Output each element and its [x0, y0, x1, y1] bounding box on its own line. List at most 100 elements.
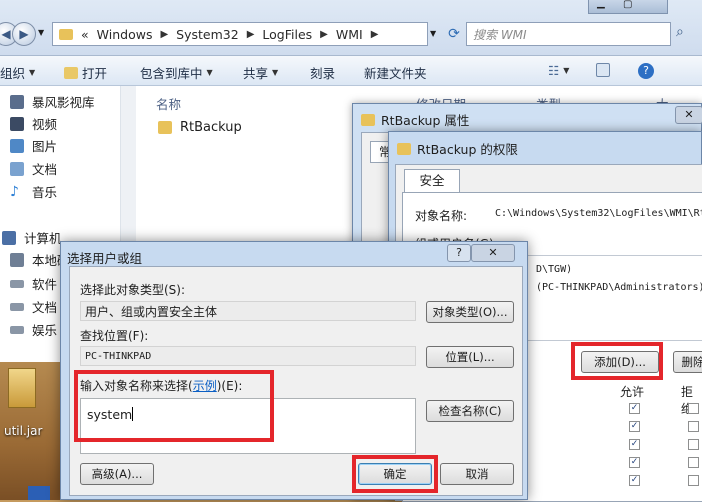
maximize-button[interactable]: ▢ — [623, 0, 632, 10]
help-button[interactable]: ? — [447, 244, 471, 262]
help-circle-icon: ? — [638, 63, 654, 79]
search-input[interactable]: 搜索 WMI — [466, 22, 671, 46]
nav-label: 暴风影视库 — [32, 95, 95, 110]
folder-icon — [59, 28, 73, 40]
check-names-button[interactable]: 检查名称(C) — [426, 400, 514, 422]
allow-checkbox[interactable]: ✓ — [629, 475, 640, 486]
highlight-add — [571, 342, 663, 380]
computer-icon — [2, 230, 16, 245]
allow-checkbox[interactable]: ✓ — [629, 457, 640, 468]
preview-pane-icon[interactable] — [596, 63, 610, 77]
nav-item-documents[interactable]: 文档 — [10, 159, 57, 178]
breadcrumb-windows[interactable]: Windows — [97, 27, 153, 42]
drive-icon — [10, 325, 24, 334]
object-types-button[interactable]: 对象类型(O)... — [426, 301, 514, 323]
deny-checkbox[interactable] — [688, 403, 699, 414]
command-bar: 组织 ▼ 打开 包含到库中 ▼ 共享 ▼ 刻录 新建文件夹 ☷ ▼ ? — [0, 56, 702, 86]
forward-arrow-icon: ▶ — [19, 27, 29, 41]
new-folder-button[interactable]: 新建文件夹 — [364, 63, 427, 82]
chevron-right-icon[interactable]: ▶ — [160, 29, 168, 40]
word-icon[interactable] — [28, 486, 50, 500]
tab-security[interactable]: 安全 — [404, 169, 460, 193]
list-item[interactable]: (PC-THINKPAD\Administrators) — [536, 282, 702, 293]
help-icon[interactable]: ? — [638, 63, 654, 79]
address-bar[interactable]: « Windows ▶ System32 ▶ LogFiles ▶ WMI ▶ — [52, 22, 428, 46]
breadcrumb-system32[interactable]: System32 — [176, 27, 239, 42]
location-field: PC-THINKPAD — [80, 346, 416, 366]
library-icon — [10, 94, 24, 109]
open-button[interactable]: 打开 — [64, 63, 107, 82]
new-folder-label: 新建文件夹 — [364, 66, 427, 81]
highlight-ok — [352, 455, 438, 493]
nav-label: 娱乐 — [32, 323, 58, 338]
allow-header: 允许 — [620, 385, 645, 399]
deny-checkbox[interactable] — [688, 457, 699, 468]
organize-menu[interactable]: 组织 ▼ — [0, 63, 35, 82]
list-item[interactable]: D\TGW) — [536, 264, 572, 275]
deny-checkbox[interactable] — [688, 475, 699, 486]
remove-button[interactable]: 删除 — [673, 351, 702, 373]
drive-icon — [10, 279, 24, 288]
list-item[interactable]: RtBackup — [158, 120, 242, 135]
nav-item-music[interactable]: ♪ 音乐 — [10, 182, 57, 201]
open-label: 打开 — [82, 66, 108, 81]
object-name-value: C:\Windows\System32\LogFiles\WMI\Rt — [495, 208, 702, 219]
cancel-button[interactable]: 取消 — [440, 463, 514, 485]
folder-icon — [397, 142, 411, 155]
nav-item-pictures[interactable]: 图片 — [10, 136, 57, 155]
advanced-button[interactable]: 高级(A)... — [80, 463, 154, 485]
chevron-right-icon[interactable]: ▶ — [247, 29, 255, 40]
music-icon: ♪ — [10, 183, 19, 200]
view-options-icon[interactable]: ☷ ▼ — [548, 63, 569, 78]
document-icon — [10, 161, 24, 176]
chevron-down-icon: ▼ — [206, 68, 213, 77]
column-header-name[interactable]: 名称 — [156, 94, 181, 113]
deny-checkbox[interactable] — [688, 421, 699, 432]
allow-checkbox[interactable]: ✓ — [629, 439, 640, 450]
nav-item-entertainment[interactable]: 娱乐 — [10, 320, 57, 339]
desktop-item-label[interactable]: util.jar — [4, 424, 42, 438]
allow-checkbox[interactable]: ✓ — [629, 403, 640, 414]
nav-item-software[interactable]: 软件 — [10, 274, 57, 293]
forward-button[interactable]: ▶ — [12, 22, 36, 46]
search-placeholder: 搜索 WMI — [473, 27, 527, 42]
dialog-title: RtBackup 的权限 — [417, 142, 518, 157]
folder-icon — [361, 113, 375, 126]
close-icon: ✕ — [684, 108, 694, 121]
nav-item-storm-library[interactable]: 暴风影视库 — [10, 92, 95, 111]
close-button[interactable]: ✕ — [675, 106, 702, 124]
breadcrumb-overflow[interactable]: « — [81, 27, 89, 42]
highlight-object-names — [74, 370, 274, 442]
breadcrumb-wmi[interactable]: WMI — [336, 27, 363, 42]
location-value: PC-THINKPAD — [85, 350, 152, 362]
deny-checkbox[interactable] — [688, 439, 699, 450]
locations-button[interactable]: 位置(L)... — [426, 346, 514, 368]
include-in-library-menu[interactable]: 包含到库中 ▼ — [140, 63, 213, 82]
burn-button[interactable]: 刻录 — [310, 63, 335, 82]
object-type-field: 用户、组或内置安全主体 — [80, 301, 416, 321]
address-dropdown[interactable]: ▼ — [430, 24, 442, 44]
nav-label: 文档 — [32, 300, 58, 315]
close-button[interactable]: ✕ — [471, 244, 515, 262]
open-folder-icon — [64, 66, 78, 79]
object-type-value: 用户、组或内置安全主体 — [85, 304, 218, 319]
burn-label: 刻录 — [310, 66, 336, 81]
breadcrumb-logfiles[interactable]: LogFiles — [262, 27, 312, 42]
share-menu[interactable]: 共享 ▼ — [243, 63, 278, 82]
nav-item-docs-drive[interactable]: 文档 — [10, 297, 57, 316]
file-name: RtBackup — [180, 120, 242, 135]
chevron-right-icon[interactable]: ▶ — [320, 29, 328, 40]
search-icon[interactable]: ⌕ — [676, 24, 684, 40]
recent-pages-dropdown[interactable]: ▼ — [38, 28, 44, 37]
chevron-right-icon[interactable]: ▶ — [371, 29, 379, 40]
nav-item-videos[interactable]: 视频 — [10, 114, 57, 133]
nav-item-computer[interactable]: 计算机 — [2, 228, 62, 247]
desktop-folder-icon[interactable] — [8, 368, 36, 408]
organize-label: 组织 — [0, 66, 26, 81]
include-label: 包含到库中 — [140, 66, 203, 81]
folder-icon — [158, 121, 172, 134]
minimize-button[interactable]: ▁ — [597, 0, 605, 9]
nav-label: 软件 — [32, 277, 58, 292]
allow-checkbox[interactable]: ✓ — [629, 421, 640, 432]
refresh-icon[interactable]: ⟳ — [444, 24, 464, 44]
